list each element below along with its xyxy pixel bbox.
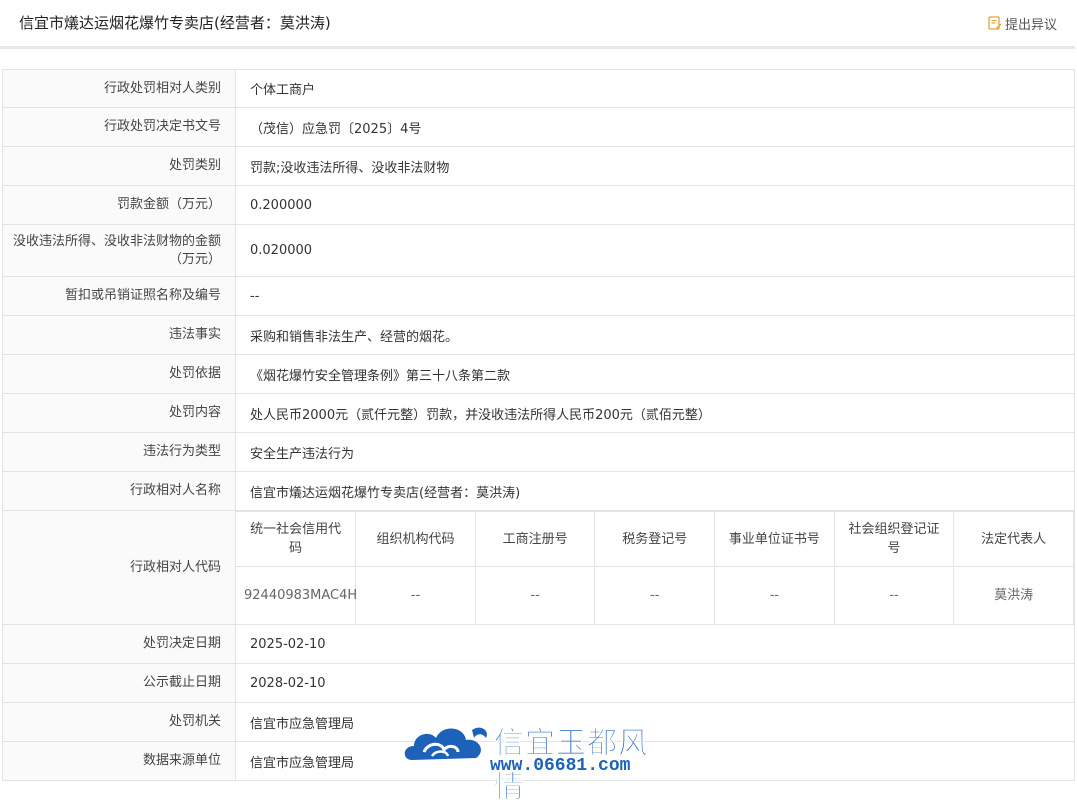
field-value: 处人民币2000元（贰仟元整）罚款，并没收违法所得人民币200元（贰佰元整） [235,393,1075,433]
code-value-cell: -- [833,566,955,624]
code-value-cell: 莫洪涛 [953,566,1074,624]
code-header-cell: 工商注册号 [474,511,596,567]
penalty-detail-table: 行政处罚相对人类别 个体工商户 行政处罚决定书文号 （茂信）应急罚〔2025〕4号 处罚… [2,69,1075,781]
detail-row: 罚款金额（万元） 0.200000 [2,185,1075,225]
detail-row: 行政相对人名称 信宜市燨达运烟花爆竹专卖店(经营者：莫洪涛) [2,471,1075,511]
field-value: （茂信）应急罚〔2025〕4号 [235,107,1075,147]
field-label: 处罚决定日期 [2,624,236,664]
page-header: 信宜市燨达运烟花爆竹专卖店(经营者：莫洪涛) 提出异议 [0,0,1075,49]
code-header-cell: 税务登记号 [594,511,716,567]
field-label: 行政处罚相对人类别 [2,69,236,108]
field-value: 罚款;没收违法所得、没收非法财物 [235,146,1075,186]
cloud-logo-icon [404,727,487,760]
field-label: 罚款金额（万元） [2,185,236,225]
field-value: -- [235,276,1075,316]
code-header-cell: 事业单位证书号 [714,511,835,567]
code-header-row: 统一社会信用代码 组织机构代码 工商注册号 税务登记号 事业单位证书号 社会组织登记证号法… [236,511,1074,567]
field-label: 暂扣或吊销证照名称及编号 [2,276,236,316]
field-label: 处罚依据 [2,354,236,394]
field-value: 2028-02-10 [235,663,1075,703]
detail-row: 处罚内容 处人民币2000元（贰仟元整）罚款，并没收违法所得人民币200元（贰佰元… [2,393,1075,433]
code-value-cell: -- [594,566,716,624]
edit-document-icon [988,16,1002,30]
code-header-cell: 法定代表人 [953,511,1074,567]
detail-row: 没收违法所得、没收非法财物的金额（万元） 0.020000 [2,224,1075,277]
detail-row: 处罚类别 罚款;没收违法所得、没收非法财物 [2,146,1075,186]
field-label: 公示截止日期 [2,663,236,703]
code-value-cell: 92440983MAC4H [236,566,357,624]
code-header-cell: 组织机构代码 [355,511,476,567]
field-value: 0.020000 [235,224,1075,277]
field-label: 违法行为类型 [2,432,236,472]
field-label: 违法事实 [2,315,236,355]
field-value: 采购和销售非法生产、经营的烟花。 [235,315,1075,355]
field-label: 处罚类别 [2,146,236,186]
field-label: 没收违法所得、没收非法财物的金额（万元） [2,224,236,277]
field-value: 0.200000 [235,185,1075,225]
detail-row: 违法事实 采购和销售非法生产、经营的烟花。 [2,315,1075,355]
code-value-row: 92440983MAC4H -- -- -- -- -- 莫洪涛 [236,566,1074,624]
objection-button[interactable]: 提出异议 [988,14,1057,33]
field-value: 个体工商户 [235,69,1075,108]
detail-row: 处罚决定日期 2025-02-10 [2,624,1075,664]
watermark-url: www.06681.com [490,756,631,776]
detail-row: 公示截止日期 2028-02-10 [2,663,1075,703]
code-value-cell: -- [474,566,596,624]
code-header-cell: 统一社会信用代码 [236,511,357,567]
field-value: 《烟花爆竹安全管理条例》第三十八条第二款 [235,354,1075,394]
detail-row: 行政处罚相对人类别 个体工商户 [2,69,1075,108]
field-value: 信宜市燨达运烟花爆竹专卖店(经营者：莫洪涛) [235,471,1075,511]
detail-row-code: 行政相对人代码 统一社会信用代码 组织机构代码 工商注册号 税务登记号 事业单位证书号 社会… [2,510,1075,625]
detail-row: 违法行为类型 安全生产违法行为 [2,432,1075,472]
code-cell: 统一社会信用代码 组织机构代码 工商注册号 税务登记号 事业单位证书号 社会组织登记证号法… [235,510,1075,625]
field-label: 行政相对人名称 [2,471,236,511]
objection-label: 提出异议 [1004,18,1057,33]
detail-row: 处罚依据 《烟花爆竹安全管理条例》第三十八条第二款 [2,354,1075,394]
detail-row: 行政处罚决定书文号 （茂信）应急罚〔2025〕4号 [2,107,1075,147]
field-value: 2025-02-10 [235,624,1075,664]
code-subtable: 统一社会信用代码 组织机构代码 工商注册号 税务登记号 事业单位证书号 社会组织登记证号法… [236,511,1074,624]
code-header-cell: 社会组织登记证号 [833,511,955,567]
field-label: 数据来源单位 [2,741,236,781]
site-watermark: 信宜玉都风情 www.06681.com [402,716,678,805]
field-value: 安全生产违法行为 [235,432,1075,472]
code-value-cell: -- [355,566,476,624]
page-title: 信宜市燨达运烟花爆竹专卖店(经营者：莫洪涛) [19,14,331,32]
field-label: 行政处罚决定书文号 [2,107,236,147]
field-label: 行政相对人代码 [2,510,236,625]
code-value-cell: -- [714,566,835,624]
field-label: 处罚机关 [2,702,236,742]
detail-row: 暂扣或吊销证照名称及编号 -- [2,276,1075,316]
field-label: 处罚内容 [2,393,236,433]
